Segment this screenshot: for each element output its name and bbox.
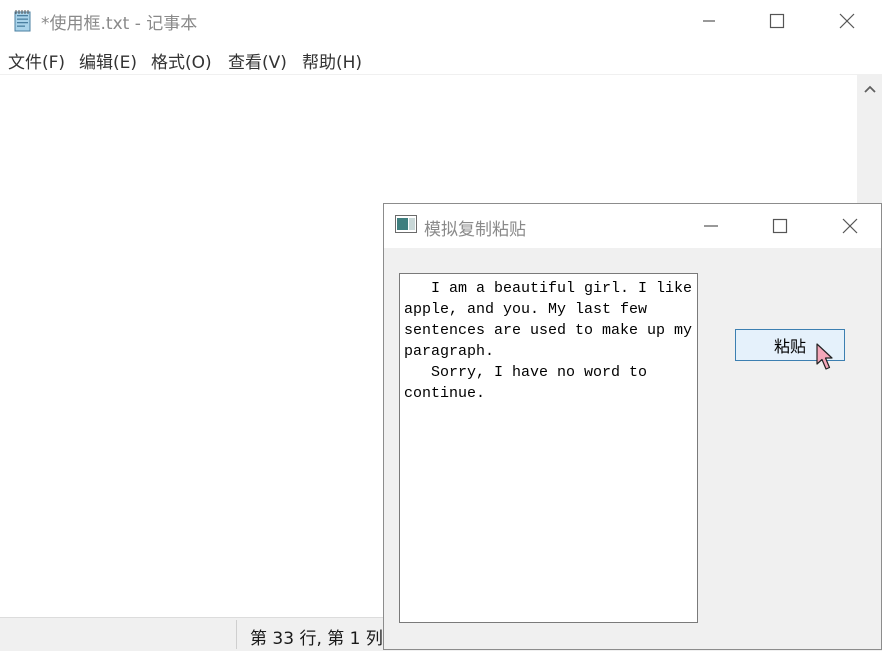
dialog-title: 模拟复制粘贴 xyxy=(424,220,526,240)
minimize-icon xyxy=(703,20,715,22)
notepad-menubar: 文件(F) 编辑(E) 格式(O) 查看(V) 帮助(H) xyxy=(0,44,882,75)
menu-help[interactable]: 帮助(H) xyxy=(302,48,362,73)
menu-format[interactable]: 格式(O) xyxy=(151,48,212,73)
dialog-titlebar[interactable]: 模拟复制粘贴 xyxy=(384,204,881,248)
scroll-up-button[interactable] xyxy=(857,75,882,103)
dialog-close-button[interactable] xyxy=(815,204,881,248)
dialog-minimize-button[interactable] xyxy=(676,204,746,248)
dialog-text-input[interactable]: I am a beautiful girl. I like apple, and… xyxy=(399,273,698,623)
scroll-up-arrow-icon xyxy=(863,85,876,93)
notepad-minimize-button[interactable] xyxy=(674,0,744,42)
statusbar-divider xyxy=(236,620,237,649)
menu-edit[interactable]: 编辑(E) xyxy=(79,48,137,73)
window-app-icon xyxy=(395,215,417,233)
dialog-maximize-button[interactable] xyxy=(745,204,815,248)
notepad-maximize-button[interactable] xyxy=(742,0,812,42)
maximize-icon xyxy=(772,218,788,234)
notepad-window-title: *使用框.txt - 记事本 xyxy=(41,14,198,34)
mouse-pointer-icon xyxy=(816,343,833,370)
notepad-titlebar[interactable]: *使用框.txt - 记事本 xyxy=(0,0,882,42)
menu-file[interactable]: 文件(F) xyxy=(8,48,65,73)
menu-view[interactable]: 查看(V) xyxy=(228,48,287,73)
close-icon xyxy=(842,218,858,234)
cursor-position-status: 第 33 行, 第 1 列 xyxy=(250,629,383,649)
copy-paste-dialog: 模拟复制粘贴 I am a beautiful girl. I like app… xyxy=(383,203,882,650)
notepad-close-button[interactable] xyxy=(812,0,882,42)
maximize-icon xyxy=(769,13,785,29)
notepad-icon xyxy=(14,10,31,32)
minimize-icon xyxy=(704,225,718,227)
close-icon xyxy=(839,13,855,29)
